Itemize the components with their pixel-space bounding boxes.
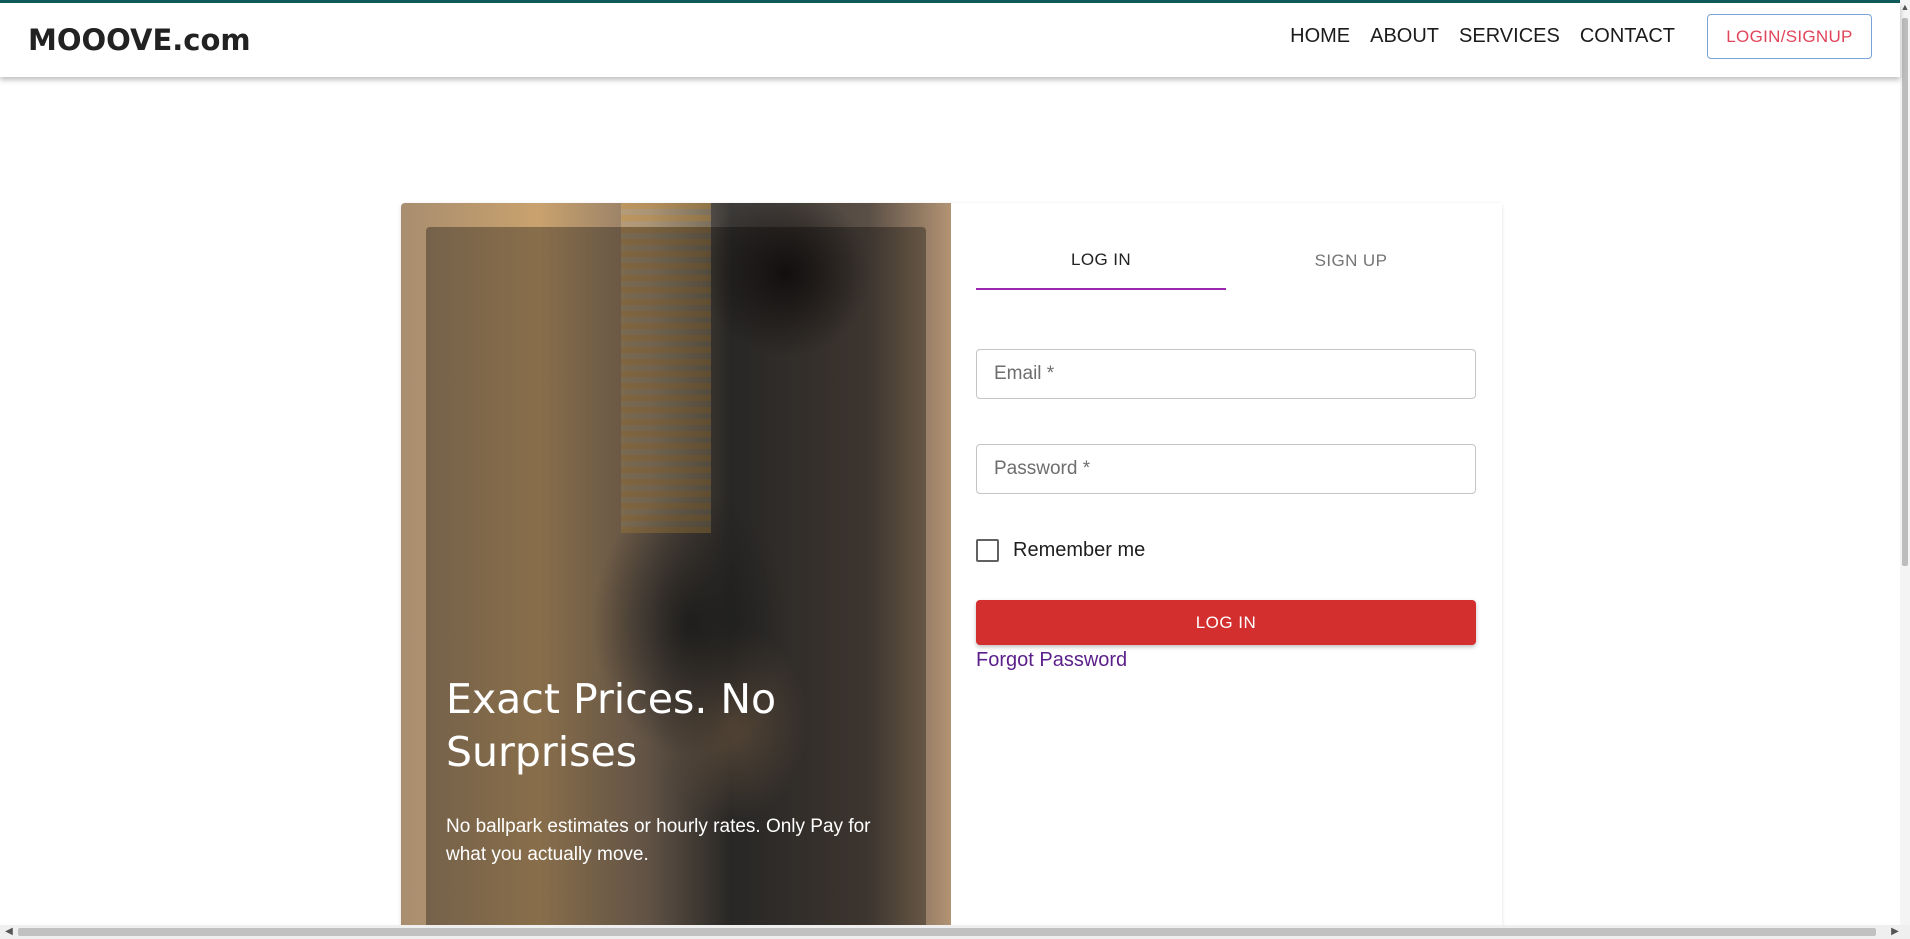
forgot-password-link[interactable]: Forgot Password <box>976 649 1127 672</box>
brand-logo[interactable]: MOOOVE.com <box>28 23 251 57</box>
main-nav: HOME ABOUT SERVICES CONTACT <box>1290 25 1675 48</box>
nav-contact[interactable]: CONTACT <box>1580 25 1675 48</box>
remember-me-checkbox[interactable] <box>976 539 999 562</box>
password-field[interactable] <box>976 444 1476 494</box>
site-header: MOOOVE.com HOME ABOUT SERVICES CONTACT L… <box>0 3 1900 77</box>
auth-form-panel: LOG IN SIGN UP Remember me LOG IN Forgot… <box>951 203 1502 939</box>
vertical-scroll-thumb[interactable] <box>1902 18 1908 566</box>
page-root: MOOOVE.com HOME ABOUT SERVICES CONTACT L… <box>0 0 1910 939</box>
nav-about[interactable]: ABOUT <box>1370 25 1439 48</box>
auth-tabs: LOG IN SIGN UP <box>976 232 1476 290</box>
nav-services[interactable]: SERVICES <box>1459 25 1560 48</box>
remember-me-label[interactable]: Remember me <box>1013 539 1145 562</box>
nav-home[interactable]: HOME <box>1290 25 1350 48</box>
login-signup-button[interactable]: LOGIN/SIGNUP <box>1707 14 1872 59</box>
hero-description: No ballpark estimates or hourly rates. O… <box>446 816 871 865</box>
scroll-left-icon[interactable]: ◀ <box>2 925 16 939</box>
horizontal-scroll-thumb[interactable] <box>18 928 1876 936</box>
auth-card: Exact Prices. No Surprises No ballpark e… <box>401 203 1502 939</box>
remember-me-row: Remember me <box>976 539 1145 562</box>
tab-login[interactable]: LOG IN <box>976 232 1226 290</box>
login-button[interactable]: LOG IN <box>976 600 1476 645</box>
email-field[interactable] <box>976 349 1476 399</box>
hero-panel: Exact Prices. No Surprises No ballpark e… <box>401 203 951 939</box>
hero-title: Exact Prices. No Surprises <box>446 675 777 776</box>
scroll-up-icon[interactable]: ▲ <box>1900 0 1910 14</box>
scroll-right-icon[interactable]: ▶ <box>1888 925 1902 939</box>
tab-signup[interactable]: SIGN UP <box>1226 232 1476 290</box>
